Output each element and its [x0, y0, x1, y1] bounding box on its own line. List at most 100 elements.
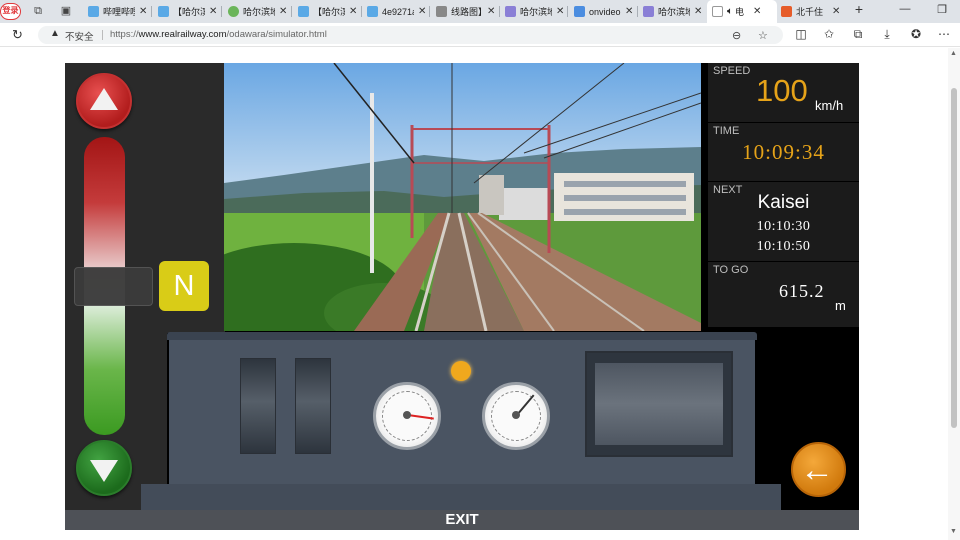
tab-2[interactable]: 哈尔滨地 ✕ — [228, 0, 287, 23]
close-icon[interactable]: ✕ — [832, 6, 840, 17]
tab-label: 4e9271a — [382, 6, 414, 17]
scroll-down-icon[interactable]: ▼ — [950, 528, 957, 535]
master-controller-handle[interactable] — [74, 267, 153, 306]
tab-divider — [567, 6, 568, 17]
tv-icon — [158, 6, 169, 17]
tab-divider — [291, 6, 292, 17]
tab-6[interactable]: 哈尔滨地 ✕ — [505, 0, 564, 23]
monitor-frame — [585, 351, 733, 457]
tab-actions-icon[interactable]: ▣ — [59, 4, 73, 18]
train-simulator: N SPEED 100 km/h TIME 10:09:34 NEXT Kais… — [65, 63, 859, 530]
page-scrollbar[interactable]: ▲ ▼ — [948, 48, 960, 540]
tab-divider — [429, 6, 430, 17]
divider — [102, 30, 103, 40]
address-bar[interactable]: ▲ 不安全 https://www.realrailway.com/odawar… — [38, 26, 783, 44]
close-icon[interactable]: ✕ — [349, 6, 357, 17]
close-icon[interactable]: ✕ — [753, 6, 761, 17]
workspaces-icon[interactable]: ⧉ — [31, 4, 45, 18]
tab-5[interactable]: 线路图】 ✕ — [436, 0, 495, 23]
tab-4[interactable]: 4e9271a ✕ — [367, 0, 426, 23]
tab-strip: 登录 ⧉ ▣ 哔哩哔哩 ✕ 【哈尔滨 ✕ 哈尔滨地 ✕ 【哈尔滨 ✕ 4e927… — [0, 0, 960, 23]
tv-icon — [298, 6, 309, 17]
tab-label: 【哈尔滨 — [173, 7, 205, 17]
url-path: /odawara/simulator.html — [226, 29, 327, 40]
power-slot — [295, 358, 331, 454]
time-value: 10:09:34 — [742, 140, 825, 164]
to-go-unit: m — [835, 298, 846, 313]
notch-up-button[interactable] — [76, 73, 132, 129]
tab-0[interactable]: 哔哩哔哩 ✕ — [88, 0, 147, 23]
arrow-up-icon — [90, 88, 118, 110]
collections-icon[interactable]: ⧉ — [850, 27, 866, 42]
exit-bar[interactable]: EXIT — [65, 510, 859, 530]
tab-label: 线路图】 — [451, 7, 483, 17]
dashboard-rim — [167, 332, 757, 340]
site-icon — [505, 6, 516, 17]
url-scheme: https:// — [110, 29, 139, 40]
close-icon[interactable]: ✕ — [487, 6, 495, 17]
next-station-block: NEXT Kaisei 10:10:30 10:10:50 — [708, 182, 859, 261]
to-go-value: 615.2 — [779, 281, 825, 301]
arrow-down-icon — [90, 460, 118, 482]
tab-3[interactable]: 【哈尔滨 ✕ — [298, 0, 357, 23]
notch-down-button[interactable] — [76, 440, 132, 496]
next-station-name: Kaisei — [757, 192, 810, 213]
exit-button-label[interactable]: EXIT — [65, 511, 859, 528]
tab-label: 哈尔滨地 — [658, 7, 690, 17]
tab-divider — [499, 6, 500, 17]
close-icon[interactable]: ✕ — [418, 6, 426, 17]
tv-icon — [88, 6, 99, 17]
tab-label: 【哈尔滨 — [313, 7, 345, 17]
login-button[interactable]: 登录 — [0, 3, 21, 20]
extension-icon[interactable]: ✪ — [908, 27, 924, 41]
to-go-label: TO GO — [713, 264, 749, 276]
tab-divider — [637, 6, 638, 17]
time-block: TIME 10:09:34 — [708, 123, 859, 181]
zoom-icon[interactable]: ⊖ — [732, 29, 741, 42]
tab-1[interactable]: 【哈尔滨 ✕ — [158, 0, 217, 23]
favorites-icon[interactable]: ✩ — [821, 27, 837, 41]
tab-7[interactable]: onvideo ✕ — [574, 0, 633, 23]
url-text[interactable]: https://www.realrailway.com/odawara/simu… — [110, 29, 327, 40]
tab-8[interactable]: 哈尔滨地 ✕ — [643, 0, 702, 23]
close-icon[interactable]: ✕ — [625, 6, 633, 17]
site-icon — [643, 6, 654, 17]
more-menu-icon[interactable]: ⋯ — [936, 27, 952, 41]
leaf-icon — [228, 6, 239, 17]
close-icon[interactable]: ✕ — [279, 6, 287, 17]
gauge-hub — [403, 411, 411, 419]
tab-label: 哔哩哔哩 — [103, 7, 135, 17]
tab-active[interactable]: 🔈︎ 电 ✕ — [707, 0, 777, 23]
warning-icon[interactable]: ▲ — [50, 28, 60, 39]
cab-view — [224, 63, 701, 331]
time-label: TIME — [713, 125, 740, 137]
speedometer-gauge — [482, 382, 550, 450]
tab-10[interactable]: 北千住 ✕ — [781, 0, 840, 23]
split-screen-icon[interactable]: ◫ — [793, 27, 809, 41]
speed-value: 100 — [756, 73, 808, 108]
restore-button[interactable]: ❐ — [934, 3, 950, 16]
address-toolbar: ↻ ▲ 不安全 https://www.realrailway.com/odaw… — [0, 23, 960, 47]
reload-icon[interactable]: ↻ — [12, 27, 23, 43]
speed-unit: km/h — [815, 98, 844, 113]
distance-block: TO GO 615.2 m — [708, 262, 859, 327]
security-status[interactable]: 不安全 — [65, 29, 94, 43]
scroll-thumb[interactable] — [951, 88, 957, 428]
minimize-button[interactable]: — — [897, 3, 913, 15]
close-icon[interactable]: ✕ — [556, 6, 564, 17]
speaker-icon[interactable]: 🔈︎ — [727, 6, 733, 17]
brake-pressure-gauge — [373, 382, 441, 450]
new-tab-button[interactable]: + — [851, 1, 867, 17]
speed-label: SPEED — [713, 65, 751, 77]
close-icon[interactable]: ✕ — [694, 6, 702, 17]
railway-scene — [224, 63, 701, 331]
scroll-up-icon[interactable]: ▲ — [950, 50, 957, 57]
close-icon[interactable]: ✕ — [139, 6, 147, 17]
favorite-star-icon[interactable]: ☆ — [758, 29, 768, 42]
brake-slot — [240, 358, 276, 454]
download-icon[interactable]: ⤓ — [879, 27, 895, 42]
video-icon — [574, 6, 585, 17]
close-icon[interactable]: ✕ — [209, 6, 217, 17]
tab-label: 哈尔滨地 — [243, 7, 275, 17]
back-button[interactable]: ← — [791, 442, 846, 497]
